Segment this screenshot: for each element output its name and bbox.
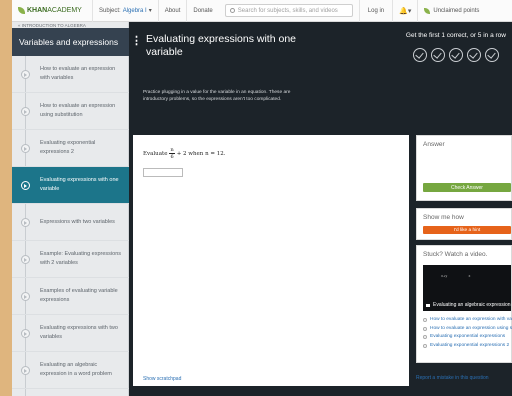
problem-prefix: Evaluate (143, 150, 168, 157)
sidebar-item-label: Evaluating expressions with two variable… (40, 325, 118, 340)
video-link-label: Evaluating exponential expressions 2 (430, 342, 510, 348)
check-circle-icon (485, 48, 499, 62)
search-placeholder: Search for subjects, skills, and videos (237, 7, 338, 14)
sidebar-item[interactable]: Examples of evaluating variable expressi… (12, 278, 129, 315)
chalkboard-scribble: x+y x (441, 274, 471, 278)
sidebar: « INTRODUCTION TO ALGEBRA Variables and … (12, 22, 129, 396)
subject-selector[interactable]: Subject: Algebra I ▾ (92, 0, 158, 22)
points-label: Unclaimed points (433, 7, 480, 14)
exercise-header: ⋮ Evaluating expressions with one variab… (129, 22, 512, 135)
exercise-description: Practice plugging in a value for the var… (143, 90, 291, 102)
hint-panel-title: Show me how (423, 214, 464, 221)
khan-academy-logo[interactable]: KHAN ACADEMY (12, 7, 92, 14)
fraction-denominator: 6 (170, 154, 174, 160)
play-icon (21, 292, 30, 301)
sidebar-item[interactable]: How to evaluate an expression with varia… (12, 56, 129, 93)
logo-text-bold: KHAN (27, 7, 48, 14)
exercise-title: ⋮ Evaluating expressions with one variab… (131, 33, 297, 59)
video-link-icon (423, 343, 427, 348)
search-input[interactable]: Search for subjects, skills, and videos (224, 4, 353, 17)
play-icon (21, 366, 30, 375)
check-circle-icon (413, 48, 427, 62)
exercise-icon: ⋮ (131, 35, 142, 47)
video-link-label: Evaluating exponential expressions (430, 334, 506, 339)
right-column: Answer Check Answer Show me how I'd like… (416, 135, 512, 386)
subject-label: Subject: (99, 7, 121, 14)
problem-statement: Evaluate n 6 + 2 when n = 12. (143, 147, 225, 160)
sidebar-item-label: How to evaluate an expression using subs… (40, 103, 116, 118)
sidebar-item-label: How to evaluate an expression with varia… (40, 66, 116, 81)
sidebar-item-label: Evaluating an algebraic expression in a … (40, 362, 112, 377)
fraction: n 6 (169, 147, 175, 160)
problem-card: Evaluate n 6 + 2 when n = 12. Show scrat… (133, 135, 409, 386)
video-link[interactable]: Evaluating exponential expressions (423, 333, 512, 342)
hint-button[interactable]: I'd like a hint (423, 226, 511, 234)
play-icon (21, 181, 30, 190)
sidebar-item[interactable]: Evaluating expressions with two variable… (12, 315, 129, 352)
video-link[interactable]: Evaluating exponential expressions 2 (423, 342, 512, 351)
page-background (0, 0, 12, 396)
answer-input[interactable] (143, 168, 183, 177)
video-caption: Evaluating an algebraic expression (426, 302, 511, 308)
play-icon (21, 255, 30, 264)
answer-panel: Answer Check Answer (416, 135, 512, 201)
check-circle-icon (467, 48, 481, 62)
video-link-label: How to evaluate an expression with varia… (430, 317, 512, 322)
top-navigation-bar: KHAN ACADEMY Subject: Algebra I ▾ About D… (12, 0, 512, 22)
play-icon (21, 329, 30, 338)
report-mistake-link[interactable]: Report a mistake in this question (416, 375, 489, 381)
donate-link[interactable]: Donate (186, 0, 218, 22)
subject-value: Algebra I (122, 7, 147, 14)
sidebar-item-label: Example: Evaluating expressions with 2 v… (40, 251, 122, 266)
sidebar-title: Variables and expressions (12, 28, 129, 56)
video-camera-icon (426, 303, 430, 307)
sidebar-item-label: Evaluating exponential expressions 2 (40, 140, 96, 155)
login-button[interactable]: Log in (358, 0, 392, 22)
unclaimed-points-button[interactable]: Unclaimed points (417, 0, 485, 22)
leaf-icon (424, 7, 431, 14)
goal-progress (413, 48, 503, 62)
sidebar-item-active[interactable]: Evaluating expressions with one variable (12, 167, 129, 204)
sidebar-item-label: Expressions with two variables (40, 218, 115, 225)
hint-panel: Show me how I'd like a hint (416, 208, 512, 240)
sidebar-item[interactable]: Evaluating an algebraic expression in a … (12, 352, 129, 389)
video-caption-text: Evaluating an algebraic expression (433, 302, 511, 308)
check-circle-icon (449, 48, 463, 62)
leaf-logo-icon (18, 7, 25, 14)
play-icon (21, 144, 30, 153)
video-link[interactable]: How to evaluate an expression using subs… (423, 325, 512, 334)
goal-text: Get the first 1 correct, or 5 in a row (405, 32, 506, 39)
video-link-icon (423, 335, 427, 340)
answer-panel-title: Answer (423, 141, 445, 148)
play-icon (21, 218, 30, 227)
chevron-down-icon: ▾ (148, 8, 152, 14)
logo-text: ACADEMY (47, 7, 82, 14)
sidebar-list: How to evaluate an expression with varia… (12, 56, 129, 389)
video-link-icon (423, 318, 427, 323)
sidebar-item-label: Evaluating expressions with one variable (40, 177, 119, 192)
related-video-links: How to evaluate an expression with varia… (423, 316, 512, 350)
video-link-icon (423, 326, 427, 331)
play-icon (21, 70, 30, 79)
sidebar-item[interactable]: Evaluating exponential expressions 2 (12, 130, 129, 167)
sidebar-item[interactable]: How to evaluate an expression using subs… (12, 93, 129, 130)
video-link[interactable]: How to evaluate an expression with varia… (423, 316, 512, 325)
video-panel: Stuck? Watch a video. x+y x Evaluating a… (416, 245, 512, 363)
notifications-bell-icon[interactable]: 🔔▾ (392, 0, 417, 22)
video-panel-title: Stuck? Watch a video. (423, 251, 488, 258)
check-answer-button[interactable]: Check Answer (423, 183, 511, 192)
search-icon (229, 8, 235, 13)
fraction-numerator: n (169, 147, 175, 154)
about-link[interactable]: About (157, 0, 187, 22)
sidebar-item[interactable]: Expressions with two variables (12, 204, 129, 241)
show-scratchpad-link[interactable]: Show scratchpad (143, 376, 181, 382)
video-link-label: How to evaluate an expression using subs… (430, 325, 512, 331)
sidebar-item-label: Examples of evaluating variable expressi… (40, 288, 118, 303)
video-thumbnail[interactable]: x+y x Evaluating an algebraic expression (423, 265, 511, 311)
sidebar-item[interactable]: Example: Evaluating expressions with 2 v… (12, 241, 129, 278)
check-circle-icon (431, 48, 445, 62)
problem-suffix: + 2 when n = 12. (176, 150, 226, 157)
exercise-title-text: Evaluating expressions with one variable (146, 33, 297, 58)
play-icon (21, 107, 30, 116)
